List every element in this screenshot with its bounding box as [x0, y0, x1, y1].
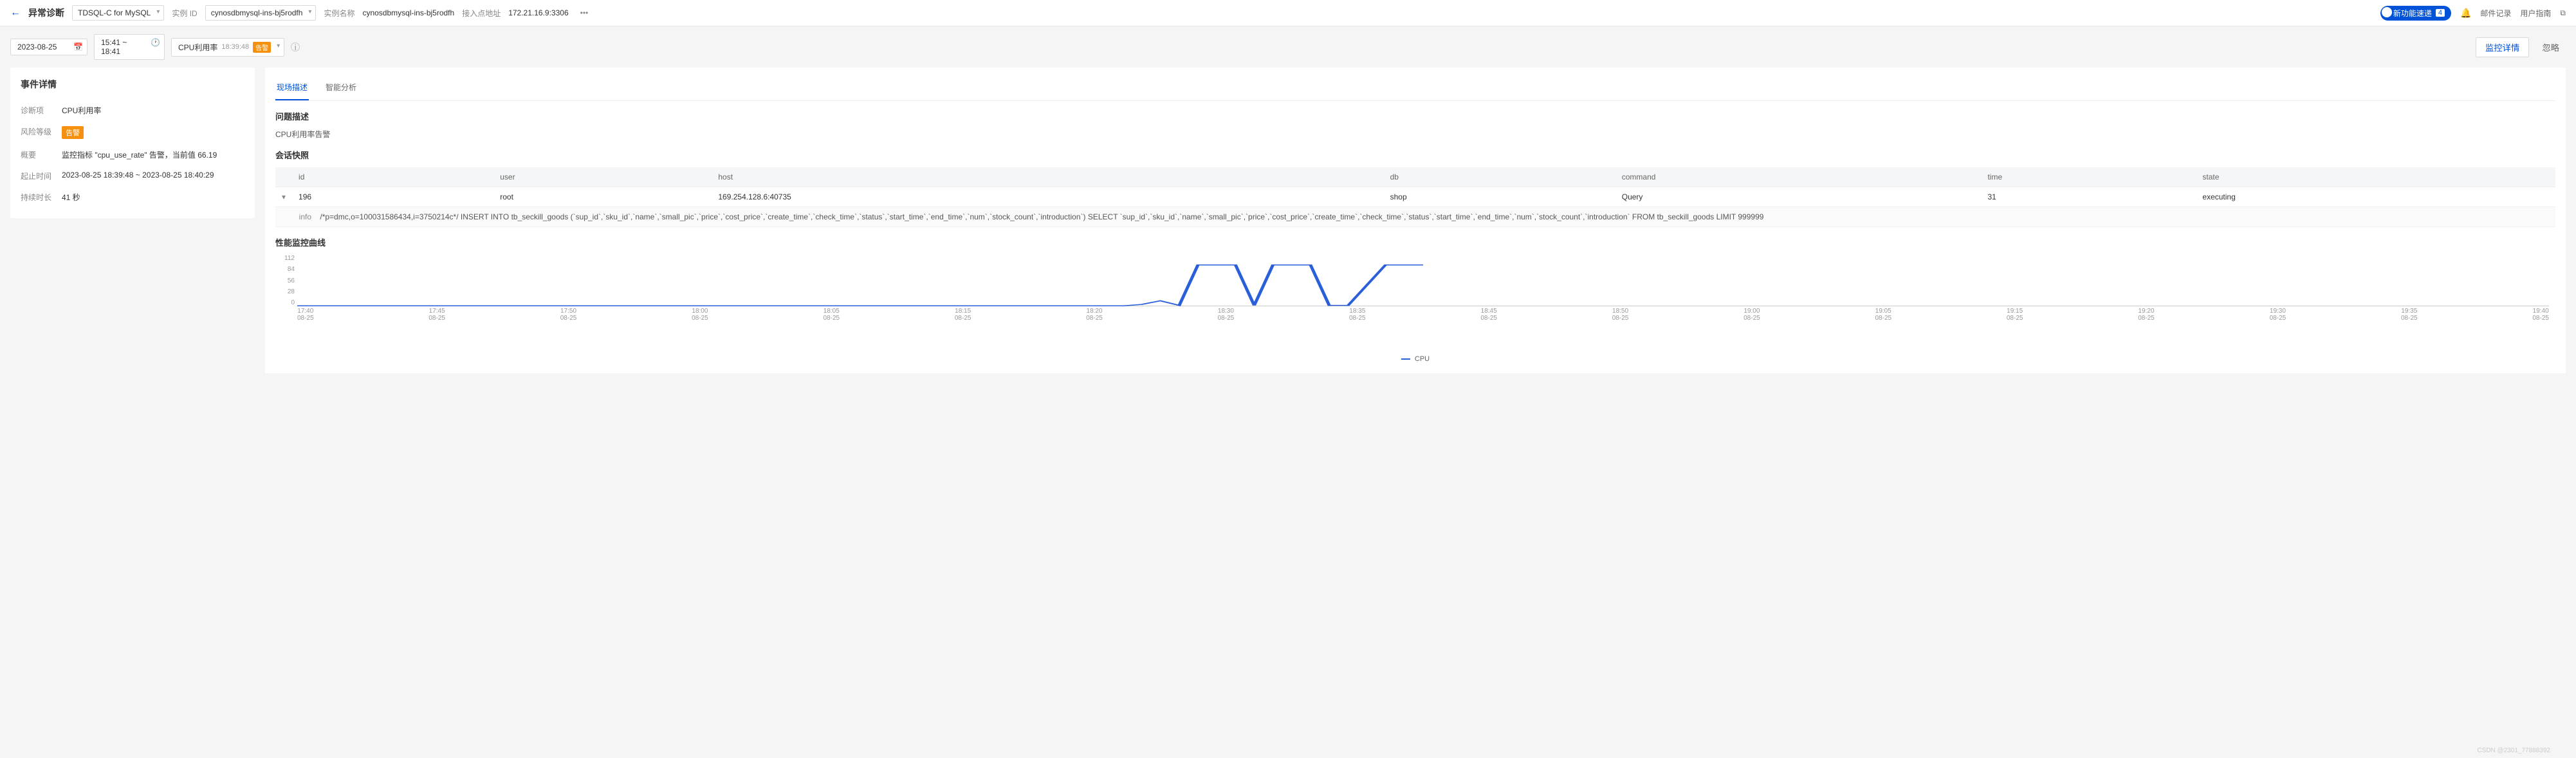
session-title: 会话快照 [275, 149, 2555, 161]
tabs: 现场描述 智能分析 [275, 78, 2555, 101]
cell-user: root [493, 187, 712, 207]
summary-value: 监控指标 "cpu_use_rate" 告警，当前值 66.19 [62, 149, 217, 160]
info-label: info [299, 212, 318, 221]
cell-command: Query [1615, 187, 1982, 207]
date-picker[interactable]: 2023-08-25 📅 [10, 39, 87, 55]
header-right: 新功能速递 4 🔔 邮件记录 用户指南 ⧉ [2380, 6, 2566, 21]
legend-label: CPU [1415, 355, 1430, 363]
tab-live[interactable]: 现场描述 [275, 78, 309, 100]
diagnosis-value: CPU利用率 [62, 105, 101, 116]
back-arrow-icon[interactable]: ← [10, 7, 21, 19]
monitor-detail-button[interactable]: 监控详情 [2476, 37, 2529, 57]
metric-name: CPU利用率 [178, 42, 217, 53]
session-table: id user host db command time state ▾ 196… [275, 167, 2555, 227]
metric-selector[interactable]: CPU利用率 18:39:48 告警 [171, 38, 284, 57]
feature-count: 4 [2436, 9, 2445, 17]
duration-label: 持续时长 [21, 192, 57, 203]
risk-tag: 告警 [62, 126, 84, 139]
tab-smart[interactable]: 智能分析 [324, 78, 358, 100]
feature-badge[interactable]: 新功能速递 4 [2380, 6, 2451, 21]
toolbar-right: 监控详情 忽略 [2476, 37, 2566, 57]
toolbar: 2023-08-25 📅 15:41 ~ 18:41 🕐 CPU利用率 18:3… [0, 26, 2576, 68]
clock-icon: 🕐 [151, 38, 160, 47]
perf-title: 性能监控曲线 [275, 236, 2555, 248]
chart-plot-area [297, 255, 2549, 306]
time-value: 2023-08-25 18:39:48 ~ 2023-08-25 18:40:2… [62, 171, 214, 181]
product-dropdown[interactable]: TDSQL-C for MySQL [72, 5, 164, 21]
product-dropdown-value: TDSQL-C for MySQL [78, 8, 151, 17]
cell-db: shop [1384, 187, 1615, 207]
instance-id-dropdown[interactable]: cynosdbmysql-ins-bj5rodfh [205, 5, 317, 21]
instance-id-value: cynosdbmysql-ins-bj5rodfh [211, 8, 303, 17]
summary-label: 概要 [21, 149, 57, 160]
table-info-row: info /*p=dmc,o=100031586434,i=3750214c*/… [275, 207, 2555, 227]
user-guide-link[interactable]: 用户指南 [2520, 8, 2551, 19]
instance-id-label: 实例 ID [172, 8, 197, 19]
table-header-row: id user host db command time state [275, 167, 2555, 187]
ignore-button[interactable]: 忽略 [2535, 37, 2566, 57]
cell-host: 169.254.128.6:40735 [712, 187, 1383, 207]
col-command: command [1615, 167, 1982, 187]
alert-tag: 告警 [253, 42, 271, 53]
cell-time: 31 [1982, 187, 2196, 207]
cell-info: info /*p=dmc,o=100031586434,i=3750214c*/… [292, 207, 2555, 227]
endpoint-value: 172.21.16.9:3306 [508, 8, 568, 17]
cell-state: executing [2196, 187, 2555, 207]
watermark: CSDN @2301_77888392 [2477, 747, 2550, 754]
col-state: state [2196, 167, 2555, 187]
page-header: ← 异常诊断 TDSQL-C for MySQL 实例 ID cynosdbmy… [0, 0, 2576, 26]
col-host: host [712, 167, 1383, 187]
chart-x-axis: 17:4008-2517:4508-2517:5008-2518:0008-25… [297, 308, 2549, 322]
detail-row-summary: 概要 监控指标 "cpu_use_rate" 告警，当前值 66.19 [21, 144, 244, 165]
chart-legend: CPU [275, 355, 2555, 363]
col-user: user [493, 167, 712, 187]
chart-svg [297, 255, 2549, 306]
perf-chart: 1128456280 17:4008-2517:4508-2517:5008-2… [275, 255, 2555, 332]
feature-badge-label: 新功能速递 [2393, 8, 2432, 19]
instance-name-label: 实例名称 [324, 8, 354, 19]
col-db: db [1384, 167, 1615, 187]
problem-title: 问题描述 [275, 110, 2555, 122]
duration-value: 41 秒 [62, 192, 80, 203]
event-detail-title: 事件详情 [21, 78, 244, 91]
more-icon[interactable]: ••• [576, 8, 593, 17]
external-link-icon[interactable]: ⧉ [2560, 8, 2566, 18]
table-row[interactable]: ▾ 196 root 169.254.128.6:40735 shop Quer… [275, 187, 2555, 207]
date-value: 2023-08-25 [17, 42, 57, 51]
info-icon[interactable]: i [291, 42, 300, 51]
main: 事件详情 诊断项 CPU利用率 风险等级 告警 概要 监控指标 "cpu_use… [0, 68, 2576, 384]
time-range-picker[interactable]: 15:41 ~ 18:41 🕐 [94, 34, 165, 60]
detail-row-diagnosis: 诊断项 CPU利用率 [21, 100, 244, 121]
risk-label: 风险等级 [21, 126, 57, 139]
instance-name-value: cynosdbmysql-ins-bj5rodfh [362, 8, 454, 17]
event-detail-panel: 事件详情 诊断项 CPU利用率 风险等级 告警 概要 监控指标 "cpu_use… [10, 68, 255, 218]
detail-row-duration: 持续时长 41 秒 [21, 187, 244, 208]
bell-icon[interactable]: 🔔 [2460, 8, 2471, 19]
expand-toggle-icon[interactable]: ▾ [275, 187, 292, 207]
detail-row-risk: 风险等级 告警 [21, 121, 244, 144]
page-title: 异常诊断 [28, 6, 64, 19]
right-panel: 现场描述 智能分析 问题描述 CPU利用率告警 会话快照 id user hos… [265, 68, 2566, 373]
problem-desc: CPU利用率告警 [275, 129, 2555, 140]
time-label: 起止时间 [21, 171, 57, 181]
col-id: id [292, 167, 493, 187]
diagnosis-label: 诊断项 [21, 105, 57, 116]
legend-line-icon [1401, 358, 1410, 360]
cell-id: 196 [292, 187, 493, 207]
col-expand [275, 167, 292, 187]
chart-y-axis: 1128456280 [275, 255, 295, 306]
time-range-value: 15:41 ~ 18:41 [101, 38, 127, 56]
metric-time: 18:39:48 [221, 43, 249, 51]
detail-row-time: 起止时间 2023-08-25 18:39:48 ~ 2023-08-25 18… [21, 165, 244, 187]
mail-log-link[interactable]: 邮件记录 [2480, 8, 2511, 19]
info-value: /*p=dmc,o=100031586434,i=3750214c*/ INSE… [320, 212, 1763, 221]
col-time: time [1982, 167, 2196, 187]
calendar-icon: 📅 [73, 42, 83, 51]
endpoint-label: 接入点地址 [462, 8, 501, 19]
